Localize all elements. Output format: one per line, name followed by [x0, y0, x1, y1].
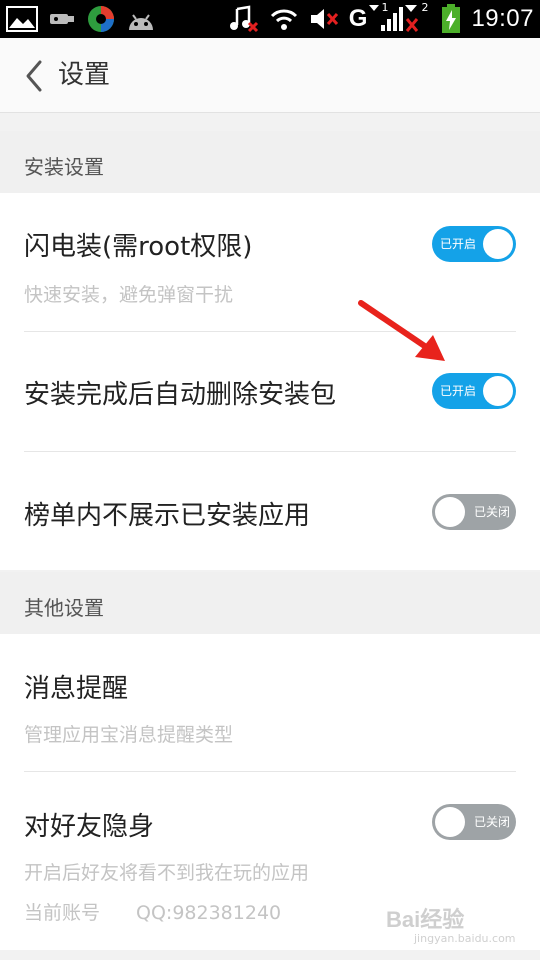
setting-title: 消息提醒 — [24, 674, 129, 704]
flash-install-toggle[interactable]: 已开启 — [432, 226, 516, 262]
sim1-label: 1 — [381, 1, 389, 14]
watermark: Bai经验 jingyan.baidu.com — [380, 900, 530, 950]
invisible-toggle[interactable]: 已关闭 — [432, 804, 516, 840]
gallery-icon — [6, 4, 38, 34]
battery-charging-icon — [441, 4, 461, 34]
setting-title: 安装完成后自动删除安装包 — [24, 380, 337, 410]
setting-row-flash-install[interactable]: 闪电装(需root权限) 快速安装，避免弹窗干扰 已开启 — [0, 193, 540, 331]
toggle-label: 已开启 — [440, 237, 477, 251]
setting-title: 闪电装(需root权限) — [24, 232, 253, 262]
signal-icon: 1 — [369, 1, 404, 33]
back-button[interactable] — [16, 56, 52, 96]
app-icon — [86, 4, 116, 34]
hide-installed-toggle[interactable]: 已关闭 — [432, 494, 516, 530]
section-title: 其他设置 — [24, 596, 104, 620]
account-value: QQ:982381240 — [136, 902, 282, 924]
usb-icon — [48, 4, 76, 34]
toggle-knob — [483, 376, 513, 406]
section-header-other: 其他设置 — [0, 572, 540, 634]
network-indicator: G 1 2 — [348, 1, 432, 34]
setting-subtitle: 快速安装，避免弹窗干扰 — [24, 284, 234, 306]
setting-subtitle: 开启后好友将看不到我在玩的应用 — [24, 862, 310, 884]
section-title: 安装设置 — [24, 155, 104, 179]
toggle-knob — [483, 229, 513, 259]
setting-row-hide-installed[interactable]: 榜单内不展示已安装应用 已关闭 — [0, 452, 540, 570]
page-title: 设置 — [58, 60, 111, 90]
android-icon — [126, 4, 156, 34]
install-settings-card: 闪电装(需root权限) 快速安装，避免弹窗干扰 已开启 安装完成后自动删除安装… — [0, 193, 540, 570]
account-label: 当前账号 — [24, 902, 101, 924]
setting-subtitle: 管理应用宝消息提醒类型 — [24, 724, 234, 746]
toggle-label: 已关闭 — [473, 505, 510, 519]
watermark-text: Bai经验 — [386, 907, 465, 932]
status-bar: G 1 2 19:07 — [0, 0, 540, 38]
music-muted-icon — [229, 4, 259, 34]
toggle-label: 已关闭 — [473, 815, 510, 829]
top-app-bar: 设置 — [0, 38, 540, 113]
setting-row-auto-delete[interactable]: 安装完成后自动删除安装包 已开启 — [0, 332, 540, 450]
current-account: 当前账号 QQ:982381240 — [24, 898, 281, 925]
volume-muted-icon — [309, 4, 339, 34]
section-header-install: 安装设置 — [0, 131, 540, 193]
setting-title: 对好友隐身 — [24, 812, 155, 842]
toggle-knob — [435, 807, 465, 837]
wifi-icon — [269, 4, 299, 34]
clock: 19:07 — [471, 5, 534, 32]
annotation-arrow-icon — [358, 300, 445, 361]
toggle-label: 已开启 — [440, 384, 477, 398]
sim2-label: 2 — [421, 1, 429, 14]
signal-muted-icon: 2 — [405, 1, 431, 33]
setting-row-notifications[interactable]: 消息提醒 管理应用宝消息提醒类型 — [0, 634, 540, 771]
chevron-left-icon — [26, 60, 42, 92]
watermark-subtext: jingyan.baidu.com — [414, 932, 516, 945]
bottom-gap — [0, 950, 540, 960]
toggle-knob — [435, 497, 465, 527]
auto-delete-toggle[interactable]: 已开启 — [432, 373, 516, 409]
setting-title: 榜单内不展示已安装应用 — [24, 501, 311, 531]
network-type-label: G — [348, 5, 368, 32]
